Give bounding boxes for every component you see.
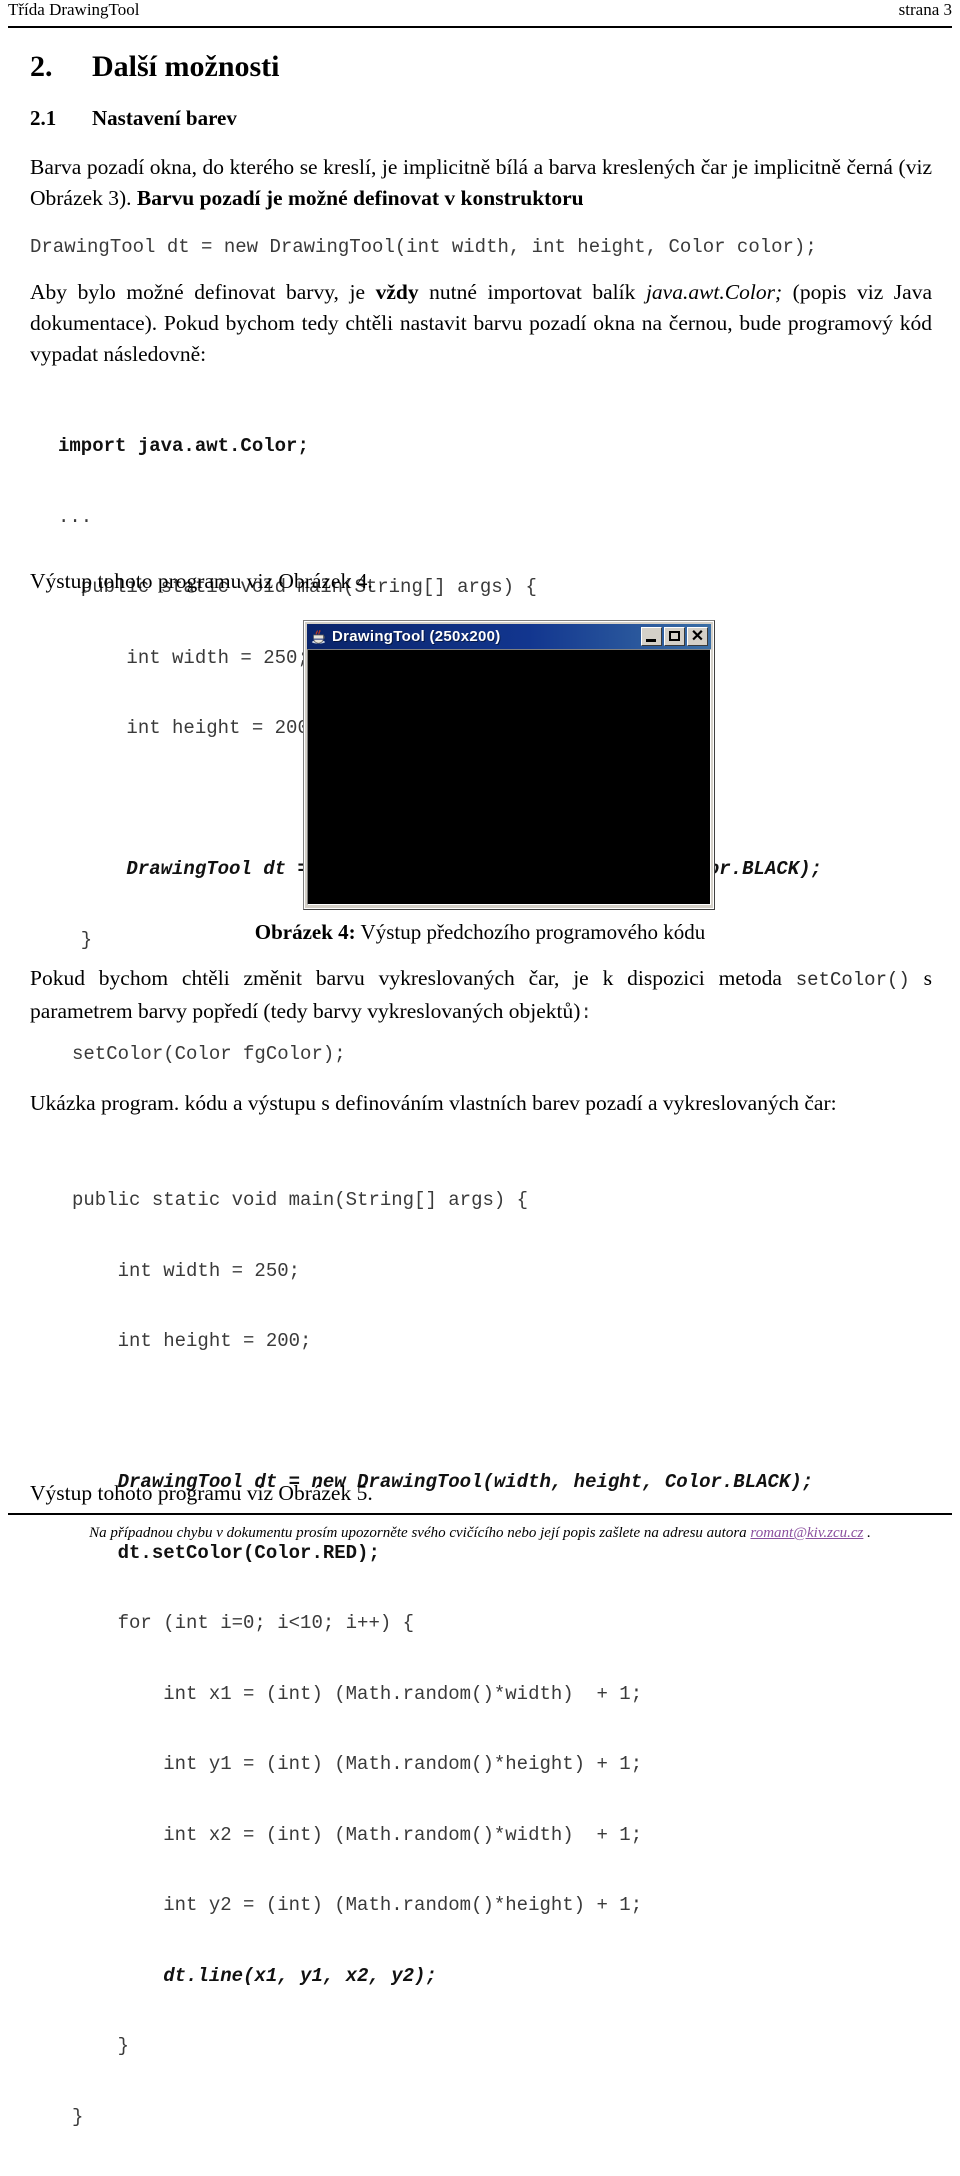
code-line-y2: int y2 = (int) (Math.random()*height) + … (72, 1894, 643, 1916)
code-line-dots: ... (58, 505, 93, 528)
figure-caption-text: Výstup předchozího programového kódu (355, 920, 706, 944)
section-number: 2. (30, 50, 53, 83)
paragraph-import-note: Aby bylo možné definovat barvy, je vždy … (30, 277, 932, 370)
p2-package-name: java.awt.Color; (645, 280, 783, 304)
p4-text-a: Pokud bychom chtěli změnit barvu vykresl… (30, 966, 796, 990)
code-line-height: int height = 200; (72, 1330, 312, 1352)
figure-caption-label: Obrázek 4: (254, 920, 356, 944)
code-line: DrawingTool dt = new DrawingTool(int wid… (30, 236, 817, 258)
window-frame: DrawingTool (250x200) ✕ (303, 620, 715, 910)
code-line-close-main: } (72, 2105, 84, 2128)
author-email-link[interactable]: romant@kiv.zcu.cz (750, 1525, 863, 1541)
paragraph-example-intro: Ukázka program. kódu a výstupu s definov… (30, 1091, 837, 1115)
running-header: Třída DrawingTool strana 3 (8, 0, 952, 28)
p4-method-name: setColor() (795, 969, 910, 991)
maximize-icon (669, 631, 680, 641)
figure-caption: Obrázek 4: Výstup předchozího programové… (0, 918, 960, 946)
code-line-x1: int x1 = (int) (Math.random()*width) + 1… (72, 1682, 643, 1705)
section-heading-2: 2. Další možnosti (30, 50, 280, 84)
code-line-setcolor: dt.setColor(Color.RED); (72, 1541, 380, 1564)
p2-text-b: nutné importovat balík (418, 280, 646, 304)
p2-text-a: Aby bylo možné definovat barvy, je (30, 280, 376, 304)
subsection-heading-2-1: 2.1 Nastavení barev (30, 106, 237, 131)
footer-note: Na případnou chybu v dokumentu prosím up… (0, 1522, 960, 1544)
figure-drawingtool-window: DrawingTool (250x200) ✕ (303, 620, 715, 910)
code-block-example: public static void main(String[] args) {… (72, 1142, 813, 2176)
document-page: Třída DrawingTool strana 3 2. Další možno… (0, 0, 960, 2128)
maximize-button[interactable] (664, 627, 685, 646)
java-coffee-cup-icon (310, 628, 327, 645)
window-title-text: DrawingTool (250x200) (332, 628, 501, 645)
code-line-x2: int x2 = (int) (Math.random()*width) + 1… (72, 1823, 643, 1846)
paragraph-intro-text-b: Barvu pozadí je možné definovat v konstr… (136, 186, 584, 210)
footer-text-b: . (863, 1525, 871, 1541)
code-line-close-for: } (72, 2035, 130, 2057)
code-line-for: for (int i=0; i<10; i++) { (72, 1612, 415, 1634)
footer-divider (8, 1513, 952, 1515)
paragraph-intro: Barva pozadí okna, do kterého se kreslí,… (30, 152, 932, 214)
paragraph-output-note-1: Výstup tohoto programu viz Obrázek 4. (30, 569, 373, 593)
subsection-number: 2.1 (30, 106, 57, 130)
close-icon: ✕ (690, 628, 705, 645)
code-line-main: public static void main(String[] args) { (72, 1189, 529, 1211)
minimize-icon (646, 639, 656, 642)
section-title: Další možnosti (92, 50, 280, 83)
header-page-number: strana 3 (898, 0, 952, 19)
close-button[interactable]: ✕ (687, 627, 708, 646)
code-line: setColor(Color fgColor); (72, 1043, 346, 1065)
code-line-width: int width = 250; (72, 1259, 301, 1282)
code-setcolor-signature: setColor(Color fgColor); (72, 1043, 346, 1067)
code-line-y1: int y1 = (int) (Math.random()*height) + … (72, 1753, 643, 1775)
subsection-title: Nastavení barev (92, 106, 237, 130)
p2-emphasis-vzdy: vždy (375, 280, 419, 304)
p4-colon: : (580, 1002, 592, 1024)
code-line-dtline: dt.line(x1, y1, x2, y2); (72, 1964, 437, 1987)
header-document-title: Třída DrawingTool (8, 0, 140, 19)
code-constructor-signature: DrawingTool dt = new DrawingTool(int wid… (30, 236, 817, 260)
paragraph-output-note-2: Výstup tohoto programu viz Obrázek 5. (30, 1481, 373, 1505)
window-controls: ✕ (641, 627, 708, 646)
minimize-button[interactable] (641, 627, 662, 646)
footer-text-a: Na případnou chybu v dokumentu prosím up… (89, 1525, 751, 1541)
code-line-import: import java.awt.Color; (58, 435, 309, 457)
drawing-canvas (307, 649, 711, 905)
paragraph-setcolor-note: Pokud bychom chtěli změnit barvu vykresl… (30, 963, 932, 1029)
window-titlebar: DrawingTool (250x200) ✕ (307, 624, 711, 649)
